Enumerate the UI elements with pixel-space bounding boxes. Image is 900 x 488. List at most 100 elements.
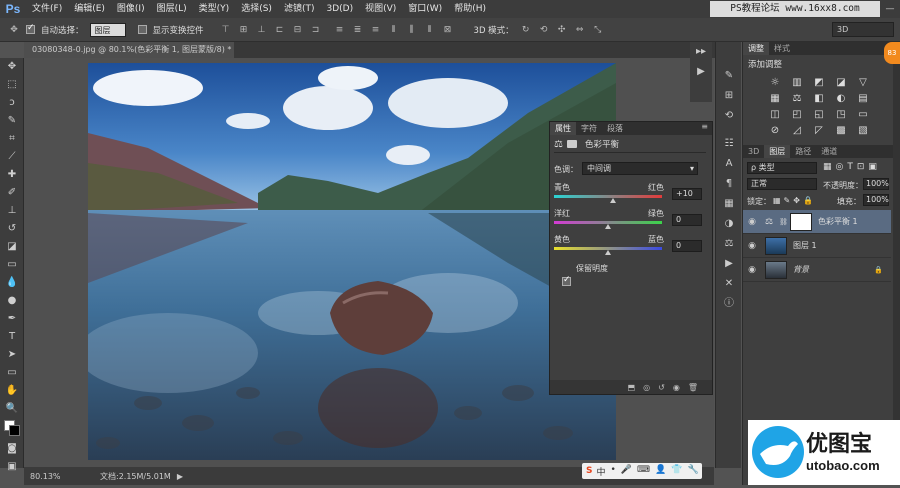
eyedropper-tool-icon[interactable]: ⟋: [0, 148, 24, 166]
3d-slide-icon[interactable]: ⇔: [574, 24, 586, 36]
history-icon[interactable]: ▶: [690, 62, 712, 82]
adjustment-icon[interactable]: ◪: [835, 77, 847, 89]
layer-row[interactable]: ◉ ⚖ ⛓ 色彩平衡 1: [743, 210, 891, 234]
layer-row[interactable]: ◉ 图层 1: [743, 234, 891, 258]
tab-paragraph[interactable]: 段落: [602, 122, 628, 135]
history-panel-icon[interactable]: ⟲: [716, 106, 742, 126]
zoom-level[interactable]: 80.13%: [30, 472, 70, 481]
distribute-top-icon[interactable]: ≡: [334, 24, 346, 36]
adjustment-icon[interactable]: ▦: [769, 93, 781, 105]
healing-brush-icon[interactable]: ✚: [0, 166, 24, 184]
view-previous-icon[interactable]: ◎: [643, 383, 650, 392]
pen-tool-icon[interactable]: ✒: [0, 310, 24, 328]
move-tool-icon[interactable]: ✥: [8, 24, 20, 36]
tab-styles[interactable]: 样式: [769, 42, 795, 55]
menu-item[interactable]: 窗口(W): [402, 0, 448, 18]
layer-name[interactable]: 背景: [793, 264, 809, 275]
opacity-input[interactable]: 100%: [863, 178, 889, 190]
tone-dropdown[interactable]: 中间调 ▾: [582, 162, 698, 175]
slider-value-input[interactable]: 0: [672, 240, 702, 252]
eye-icon[interactable]: ◉: [743, 217, 761, 227]
adjustment-icon[interactable]: ▭: [857, 109, 869, 121]
menu-item[interactable]: 图层(L): [151, 0, 193, 18]
adjustment-icon[interactable]: ⊘: [769, 125, 781, 137]
ime-logo-icon[interactable]: S: [586, 466, 592, 476]
distribute-center-icon[interactable]: ⫼: [406, 24, 418, 36]
auto-select-dropdown[interactable]: 图层: [89, 22, 126, 37]
panel-menu-icon[interactable]: ≡: [701, 122, 712, 135]
tab-character[interactable]: 字符: [576, 122, 602, 135]
trash-icon[interactable]: 🗑: [688, 383, 698, 392]
layer-row[interactable]: ◉ 背景 🔒: [743, 258, 891, 282]
layer-filter-icons[interactable]: ▦◎T⊡▣: [823, 162, 881, 172]
adjustment-icon[interactable]: ◩: [813, 77, 825, 89]
properties-panel-icon[interactable]: ☷: [716, 134, 742, 154]
stamp-tool-icon[interactable]: ⊥: [0, 202, 24, 220]
adjustment-icon[interactable]: ◸: [813, 125, 825, 137]
tab-adjustments[interactable]: 调整: [743, 42, 769, 55]
adjustment-icon[interactable]: ▽: [857, 77, 869, 89]
menu-item[interactable]: 帮助(H): [448, 0, 492, 18]
swatches-icon[interactable]: ▦: [716, 194, 742, 214]
reset-icon[interactable]: ↺: [658, 383, 665, 392]
auto-align-icon[interactable]: ⊠: [442, 24, 454, 36]
brush-tool-icon[interactable]: ✐: [0, 184, 24, 202]
preserve-luminosity-checkbox[interactable]: [562, 275, 571, 286]
character-icon[interactable]: A: [716, 154, 742, 174]
ime-item-icon[interactable]: 🎤: [621, 465, 632, 478]
layer-thumbnail[interactable]: [765, 236, 787, 255]
clip-layer-icon[interactable]: ⬒: [628, 383, 636, 392]
ime-item-icon[interactable]: 中: [596, 465, 605, 478]
tab-layers[interactable]: 图层: [764, 145, 791, 158]
type-tool-icon[interactable]: T: [0, 328, 24, 346]
distribute-middle-icon[interactable]: ≣: [352, 24, 364, 36]
lock-icons[interactable]: ▦✎✥🔒: [773, 196, 816, 205]
3d-rotate-icon[interactable]: ↻: [520, 24, 532, 36]
gradient-tool-icon[interactable]: ▭: [0, 256, 24, 274]
background-color[interactable]: [9, 425, 20, 436]
adjustment-icon[interactable]: ⚖: [791, 93, 803, 105]
link-icon[interactable]: ⛓: [779, 218, 788, 226]
slider-track[interactable]: [554, 195, 662, 198]
align-middle-icon[interactable]: ⊞: [238, 24, 250, 36]
slider-value-input[interactable]: +10: [672, 188, 702, 200]
info-icon[interactable]: ⓘ: [716, 294, 742, 314]
shape-tool-icon[interactable]: ▭: [0, 364, 24, 382]
align-right-icon[interactable]: ⊐: [310, 24, 322, 36]
hand-tool-icon[interactable]: ✋: [0, 382, 24, 400]
adjustment-icon[interactable]: ◫: [769, 109, 781, 121]
path-select-icon[interactable]: ➤: [0, 346, 24, 364]
menu-item[interactable]: 编辑(E): [68, 0, 111, 18]
minimize-button[interactable]: —: [880, 0, 900, 18]
workspace-dropdown[interactable]: 3D: [832, 22, 894, 37]
adjustment-icon[interactable]: ◳: [835, 109, 847, 121]
adjustment-icon[interactable]: ◐: [835, 93, 847, 105]
dodge-tool-icon[interactable]: ●: [0, 292, 24, 310]
menu-item[interactable]: 视图(V): [359, 0, 402, 18]
auto-select-checkbox[interactable]: [26, 23, 35, 34]
lasso-tool-icon[interactable]: ↄ: [0, 94, 24, 112]
ime-item-icon[interactable]: 👤: [655, 465, 666, 478]
marquee-tool-icon[interactable]: ⬚: [0, 76, 24, 94]
status-menu-icon[interactable]: ▶: [177, 472, 183, 481]
blend-mode-dropdown[interactable]: 正常: [747, 178, 817, 190]
layer-filter-dropdown[interactable]: ρ 类型: [747, 162, 817, 174]
3d-scale-icon[interactable]: ⤡: [592, 24, 604, 36]
menu-item[interactable]: 文件(F): [26, 0, 68, 18]
move-tool-icon[interactable]: ✥: [0, 58, 24, 76]
document-tab[interactable]: 03080348-0.jpg @ 80.1%(色彩平衡 1, 图层蒙版/8) *…: [24, 42, 234, 58]
align-left-icon[interactable]: ⊏: [274, 24, 286, 36]
3d-pan-icon[interactable]: ✣: [556, 24, 568, 36]
layer-name[interactable]: 图层 1: [793, 240, 817, 251]
tools-icon[interactable]: ✕: [716, 274, 742, 294]
fill-input[interactable]: 100%: [863, 194, 889, 206]
slider-thumb[interactable]: [610, 198, 617, 203]
layer-thumbnail[interactable]: [765, 260, 787, 279]
eraser-tool-icon[interactable]: ◪: [0, 238, 24, 256]
crop-tool-icon[interactable]: ⌗: [0, 130, 24, 148]
quick-mask-icon[interactable]: ◙: [0, 440, 24, 458]
align-top-icon[interactable]: ⊤: [220, 24, 232, 36]
adjustments-icon[interactable]: ⚖: [716, 234, 742, 254]
show-transform-checkbox[interactable]: [137, 25, 147, 34]
zoom-tool-icon[interactable]: 🔍: [0, 400, 24, 418]
